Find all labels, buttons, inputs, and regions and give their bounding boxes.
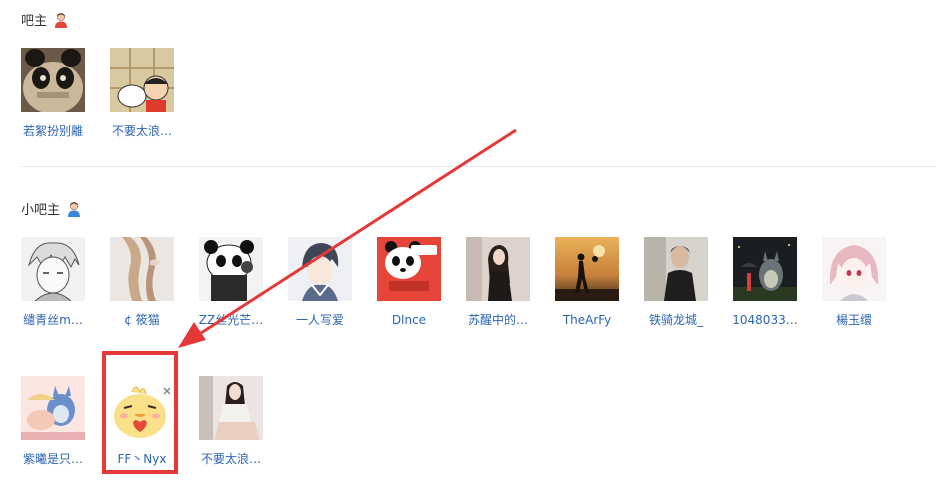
deputy-member-3[interactable]: ZZ丝光芒…: [191, 237, 271, 328]
girl-portrait-avatar[interactable]: [466, 237, 530, 301]
deputy-member-6[interactable]: 苏醒中的…: [458, 237, 538, 328]
member-name[interactable]: TheArFy: [547, 313, 627, 328]
member-name[interactable]: 铁骑龙城_: [636, 313, 716, 328]
panda-hat-avatar[interactable]: [199, 237, 263, 301]
owner-member-2[interactable]: 不要太浪…: [102, 48, 182, 139]
user-red-icon: [53, 12, 69, 28]
deputy-member-7[interactable]: TheArFy: [547, 237, 627, 328]
deputy-member-1[interactable]: 缱青丝m…: [13, 237, 93, 328]
deputy-member-13[interactable]: 不要太浪…: [191, 376, 271, 467]
member-name[interactable]: Dlnce: [369, 313, 449, 328]
member-name[interactable]: ZZ丝光芒…: [191, 313, 271, 328]
owner-member-1[interactable]: 若絮扮别離: [13, 48, 93, 139]
section-title-deputy-label: 小吧主: [21, 203, 61, 218]
braid-hair-avatar[interactable]: [110, 237, 174, 301]
girl-sitting-avatar[interactable]: [199, 376, 263, 440]
section-title-owner-label: 吧主: [21, 14, 48, 29]
totoro-night-avatar[interactable]: [733, 237, 797, 301]
pink-hair-avatar[interactable]: [822, 237, 886, 301]
deputy-member-4[interactable]: 一人写爱: [280, 237, 360, 328]
deputy-member-5[interactable]: Dlnce: [369, 237, 449, 328]
anime-boy-avatar[interactable]: [288, 237, 352, 301]
member-name[interactable]: 不要太浪…: [191, 452, 271, 467]
member-name[interactable]: 紫曦是只…: [13, 452, 93, 467]
section-title-owner: 吧主: [21, 10, 69, 29]
user-blue-icon: [66, 201, 82, 217]
deputy-member-2[interactable]: ¢ 筱猫: [102, 237, 182, 328]
highlight-box: [102, 351, 178, 474]
cartoon-kid-avatar[interactable]: [110, 48, 174, 112]
panda-face-avatar[interactable]: [21, 48, 85, 112]
cute-cartoon-avatar[interactable]: [21, 376, 85, 440]
member-name[interactable]: 1048033…: [725, 313, 805, 328]
member-name[interactable]: 缱青丝m…: [13, 313, 93, 328]
section-divider: [21, 166, 936, 167]
member-name[interactable]: 一人写爱: [280, 313, 360, 328]
member-name[interactable]: ¢ 筱猫: [102, 313, 182, 328]
member-name[interactable]: 若絮扮别離: [13, 124, 93, 139]
section-title-deputy: 小吧主: [21, 199, 82, 218]
sunset-silhouette-avatar[interactable]: [555, 237, 619, 301]
member-name[interactable]: 不要太浪…: [102, 124, 182, 139]
deputy-member-11[interactable]: 紫曦是只…: [13, 376, 93, 467]
deputy-member-10[interactable]: 楊玉缳: [814, 237, 894, 328]
member-name[interactable]: 苏醒中的…: [458, 313, 538, 328]
man-dark-avatar[interactable]: [644, 237, 708, 301]
anime-sketch-avatar[interactable]: [21, 237, 85, 301]
deputy-member-8[interactable]: 铁骑龙城_: [636, 237, 716, 328]
member-name[interactable]: 楊玉缳: [814, 313, 894, 328]
deputy-member-9[interactable]: 1048033…: [725, 237, 805, 328]
panda-red-avatar[interactable]: [377, 237, 441, 301]
